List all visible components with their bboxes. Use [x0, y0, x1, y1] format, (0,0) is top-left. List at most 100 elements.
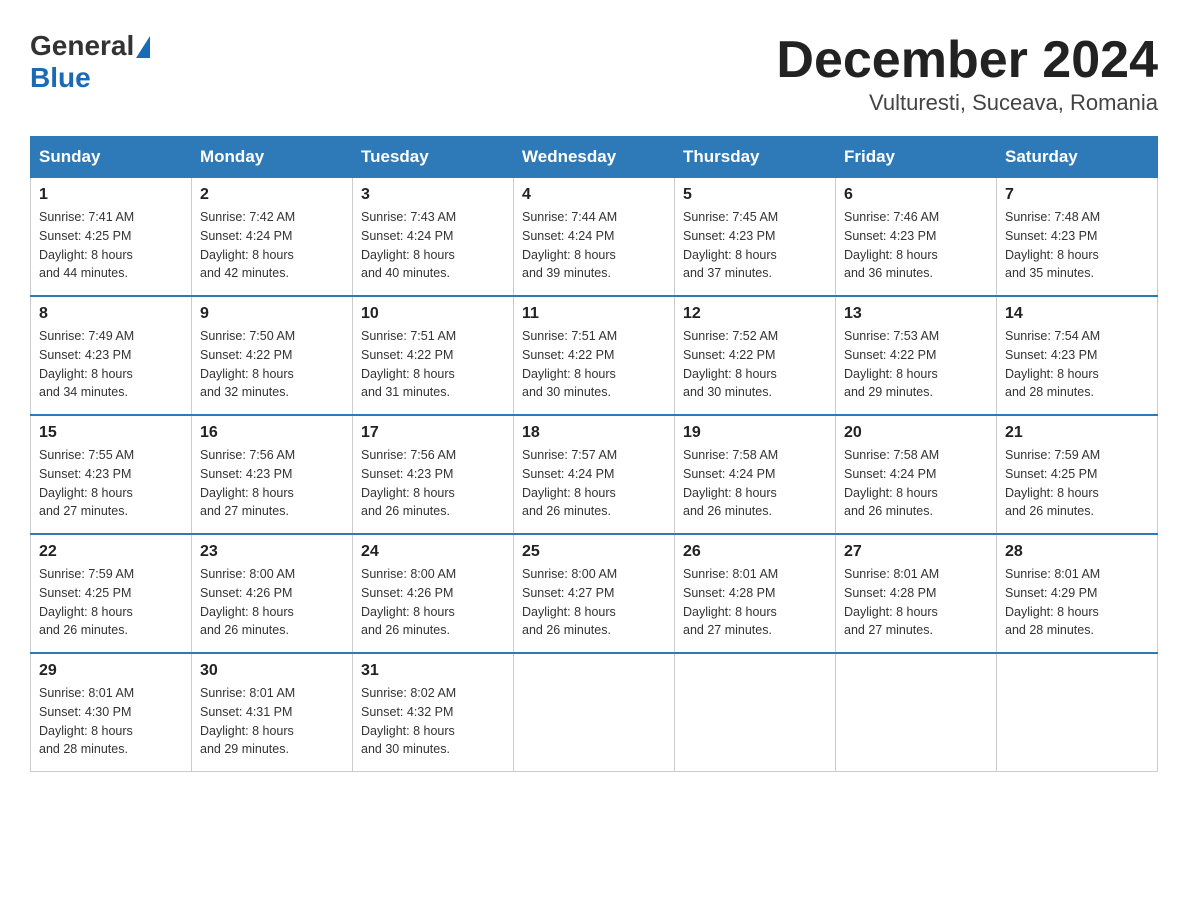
day-number: 26 [683, 543, 827, 561]
title-block: December 2024 Vulturesti, Suceava, Roman… [776, 30, 1158, 116]
day-number: 7 [1005, 186, 1149, 204]
day-info: Sunrise: 7:58 AM Sunset: 4:24 PM Dayligh… [844, 446, 988, 521]
day-info: Sunrise: 7:59 AM Sunset: 4:25 PM Dayligh… [1005, 446, 1149, 521]
day-info: Sunrise: 7:45 AM Sunset: 4:23 PM Dayligh… [683, 208, 827, 283]
calendar-day-header: Wednesday [514, 137, 675, 178]
day-number: 5 [683, 186, 827, 204]
day-info: Sunrise: 7:49 AM Sunset: 4:23 PM Dayligh… [39, 327, 183, 402]
day-info: Sunrise: 8:02 AM Sunset: 4:32 PM Dayligh… [361, 684, 505, 759]
page-title: December 2024 [776, 30, 1158, 90]
day-number: 16 [200, 424, 344, 442]
day-number: 17 [361, 424, 505, 442]
calendar-day-header: Friday [836, 137, 997, 178]
day-info: Sunrise: 7:50 AM Sunset: 4:22 PM Dayligh… [200, 327, 344, 402]
calendar-day-cell: 21 Sunrise: 7:59 AM Sunset: 4:25 PM Dayli… [997, 415, 1158, 534]
calendar-day-cell: 18 Sunrise: 7:57 AM Sunset: 4:24 PM Dayli… [514, 415, 675, 534]
calendar-week-row: 15 Sunrise: 7:55 AM Sunset: 4:23 PM Dayli… [31, 415, 1158, 534]
calendar-day-cell [836, 653, 997, 772]
day-info: Sunrise: 7:56 AM Sunset: 4:23 PM Dayligh… [200, 446, 344, 521]
day-number: 3 [361, 186, 505, 204]
day-number: 2 [200, 186, 344, 204]
calendar-header-row: SundayMondayTuesdayWednesdayThursdayFrid… [31, 137, 1158, 178]
calendar-week-row: 8Sunrise: 7:49 AM Sunset: 4:23 PM Daylig… [31, 296, 1158, 415]
day-number: 20 [844, 424, 988, 442]
calendar-day-cell: 20 Sunrise: 7:58 AM Sunset: 4:24 PM Dayli… [836, 415, 997, 534]
calendar-day-header: Thursday [675, 137, 836, 178]
day-info: Sunrise: 7:57 AM Sunset: 4:24 PM Dayligh… [522, 446, 666, 521]
day-info: Sunrise: 8:00 AM Sunset: 4:26 PM Dayligh… [361, 565, 505, 640]
calendar-day-cell: 13 Sunrise: 7:53 AM Sunset: 4:22 PM Dayli… [836, 296, 997, 415]
logo-triangle-icon [136, 36, 150, 58]
day-number: 15 [39, 424, 183, 442]
calendar-day-cell: 26 Sunrise: 8:01 AM Sunset: 4:28 PM Dayli… [675, 534, 836, 653]
calendar-day-cell: 17 Sunrise: 7:56 AM Sunset: 4:23 PM Dayli… [353, 415, 514, 534]
day-info: Sunrise: 7:51 AM Sunset: 4:22 PM Dayligh… [361, 327, 505, 402]
day-number: 10 [361, 305, 505, 323]
calendar-day-header: Tuesday [353, 137, 514, 178]
day-info: Sunrise: 7:46 AM Sunset: 4:23 PM Dayligh… [844, 208, 988, 283]
day-number: 9 [200, 305, 344, 323]
day-info: Sunrise: 8:01 AM Sunset: 4:28 PM Dayligh… [844, 565, 988, 640]
logo: General Blue [30, 30, 150, 94]
day-info: Sunrise: 8:01 AM Sunset: 4:31 PM Dayligh… [200, 684, 344, 759]
day-info: Sunrise: 7:51 AM Sunset: 4:22 PM Dayligh… [522, 327, 666, 402]
day-number: 14 [1005, 305, 1149, 323]
calendar-day-cell: 19Sunrise: 7:58 AM Sunset: 4:24 PM Dayli… [675, 415, 836, 534]
day-number: 13 [844, 305, 988, 323]
calendar-day-cell: 28Sunrise: 8:01 AM Sunset: 4:29 PM Dayli… [997, 534, 1158, 653]
calendar-day-cell: 29Sunrise: 8:01 AM Sunset: 4:30 PM Dayli… [31, 653, 192, 772]
calendar-day-cell: 12Sunrise: 7:52 AM Sunset: 4:22 PM Dayli… [675, 296, 836, 415]
day-info: Sunrise: 8:00 AM Sunset: 4:27 PM Dayligh… [522, 565, 666, 640]
day-number: 4 [522, 186, 666, 204]
calendar-day-cell: 24 Sunrise: 8:00 AM Sunset: 4:26 PM Dayli… [353, 534, 514, 653]
day-info: Sunrise: 7:44 AM Sunset: 4:24 PM Dayligh… [522, 208, 666, 283]
day-number: 30 [200, 662, 344, 680]
day-info: Sunrise: 7:56 AM Sunset: 4:23 PM Dayligh… [361, 446, 505, 521]
calendar-week-row: 1Sunrise: 7:41 AM Sunset: 4:25 PM Daylig… [31, 178, 1158, 297]
day-info: Sunrise: 7:59 AM Sunset: 4:25 PM Dayligh… [39, 565, 183, 640]
calendar-table: SundayMondayTuesdayWednesdayThursdayFrid… [30, 136, 1158, 772]
calendar-day-cell: 10 Sunrise: 7:51 AM Sunset: 4:22 PM Dayli… [353, 296, 514, 415]
day-info: Sunrise: 7:53 AM Sunset: 4:22 PM Dayligh… [844, 327, 988, 402]
calendar-day-header: Sunday [31, 137, 192, 178]
calendar-day-cell: 3Sunrise: 7:43 AM Sunset: 4:24 PM Daylig… [353, 178, 514, 297]
day-number: 22 [39, 543, 183, 561]
day-info: Sunrise: 8:00 AM Sunset: 4:26 PM Dayligh… [200, 565, 344, 640]
calendar-day-cell: 25 Sunrise: 8:00 AM Sunset: 4:27 PM Dayli… [514, 534, 675, 653]
day-number: 29 [39, 662, 183, 680]
calendar-day-cell [675, 653, 836, 772]
calendar-day-cell: 14 Sunrise: 7:54 AM Sunset: 4:23 PM Dayli… [997, 296, 1158, 415]
day-info: Sunrise: 7:48 AM Sunset: 4:23 PM Dayligh… [1005, 208, 1149, 283]
logo-general: General [30, 30, 134, 62]
calendar-day-cell: 8Sunrise: 7:49 AM Sunset: 4:23 PM Daylig… [31, 296, 192, 415]
day-number: 31 [361, 662, 505, 680]
day-number: 18 [522, 424, 666, 442]
day-info: Sunrise: 7:42 AM Sunset: 4:24 PM Dayligh… [200, 208, 344, 283]
day-number: 28 [1005, 543, 1149, 561]
calendar-day-cell: 9 Sunrise: 7:50 AM Sunset: 4:22 PM Daylig… [192, 296, 353, 415]
day-info: Sunrise: 7:41 AM Sunset: 4:25 PM Dayligh… [39, 208, 183, 283]
calendar-day-cell [514, 653, 675, 772]
day-number: 25 [522, 543, 666, 561]
calendar-day-header: Monday [192, 137, 353, 178]
day-number: 23 [200, 543, 344, 561]
day-number: 27 [844, 543, 988, 561]
calendar-week-row: 22 Sunrise: 7:59 AM Sunset: 4:25 PM Dayli… [31, 534, 1158, 653]
day-info: Sunrise: 7:54 AM Sunset: 4:23 PM Dayligh… [1005, 327, 1149, 402]
calendar-week-row: 29Sunrise: 8:01 AM Sunset: 4:30 PM Dayli… [31, 653, 1158, 772]
calendar-day-cell: 16 Sunrise: 7:56 AM Sunset: 4:23 PM Dayli… [192, 415, 353, 534]
day-number: 24 [361, 543, 505, 561]
logo-blue: Blue [30, 62, 91, 94]
calendar-day-cell: 1Sunrise: 7:41 AM Sunset: 4:25 PM Daylig… [31, 178, 192, 297]
calendar-day-cell: 30 Sunrise: 8:01 AM Sunset: 4:31 PM Dayli… [192, 653, 353, 772]
calendar-day-cell: 31 Sunrise: 8:02 AM Sunset: 4:32 PM Dayli… [353, 653, 514, 772]
day-info: Sunrise: 7:55 AM Sunset: 4:23 PM Dayligh… [39, 446, 183, 521]
calendar-day-cell: 27 Sunrise: 8:01 AM Sunset: 4:28 PM Dayli… [836, 534, 997, 653]
day-info: Sunrise: 8:01 AM Sunset: 4:28 PM Dayligh… [683, 565, 827, 640]
calendar-day-cell: 5 Sunrise: 7:45 AM Sunset: 4:23 PM Daylig… [675, 178, 836, 297]
page-header: General Blue December 2024 Vulturesti, S… [30, 30, 1158, 116]
day-number: 21 [1005, 424, 1149, 442]
day-number: 19 [683, 424, 827, 442]
calendar-day-cell: 15 Sunrise: 7:55 AM Sunset: 4:23 PM Dayli… [31, 415, 192, 534]
calendar-day-cell: 4 Sunrise: 7:44 AM Sunset: 4:24 PM Daylig… [514, 178, 675, 297]
